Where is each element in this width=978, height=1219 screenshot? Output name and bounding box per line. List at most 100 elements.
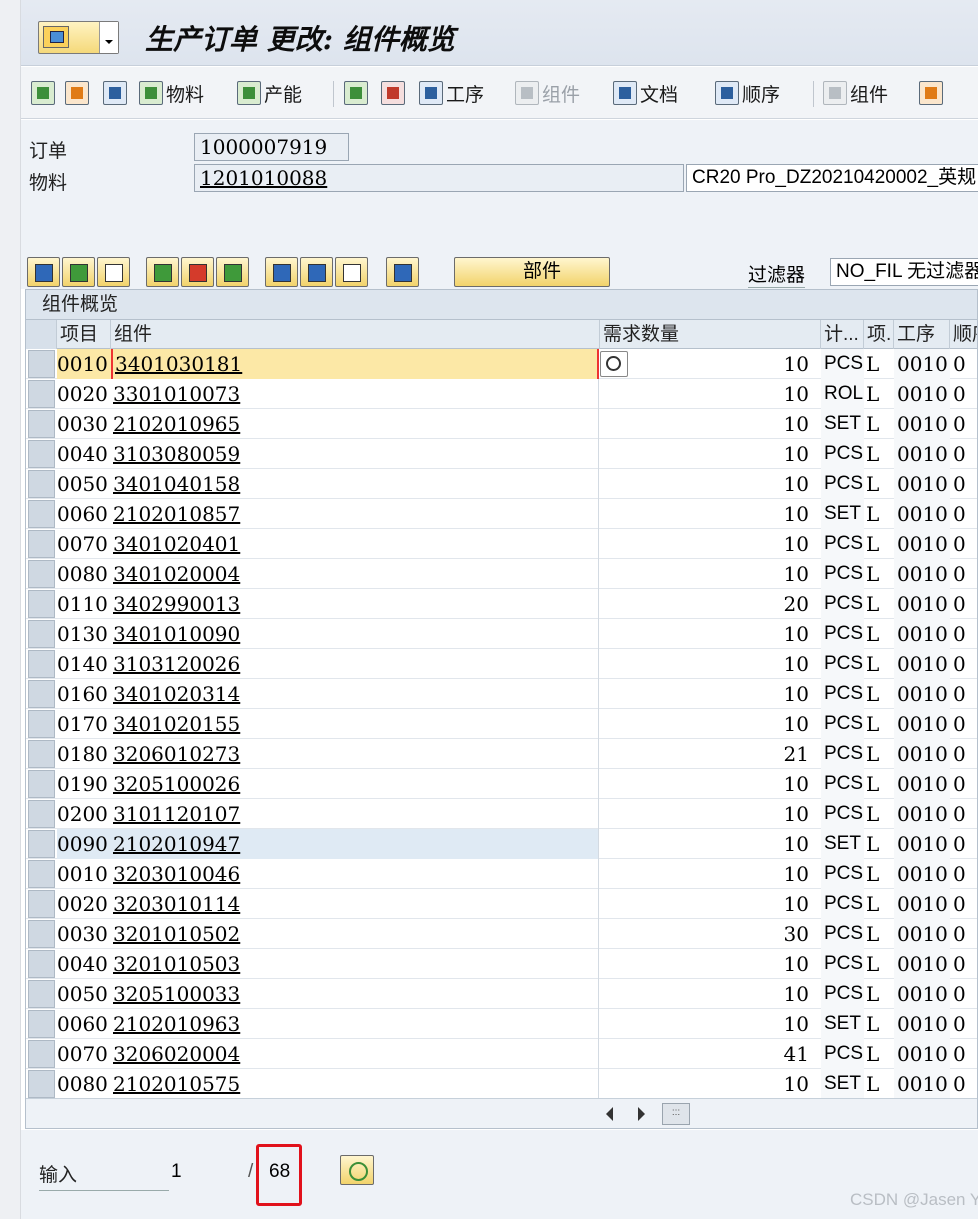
cell-quantity[interactable]: 10: [600, 889, 821, 919]
cell-component[interactable]: 3401020314: [111, 679, 599, 709]
cell-category[interactable]: L: [864, 769, 894, 799]
cell-component[interactable]: 3401040158: [111, 469, 599, 499]
cell-sequence[interactable]: 0: [950, 1069, 977, 1099]
cell-unit[interactable]: SET: [821, 1069, 864, 1099]
cell-quantity[interactable]: 10: [600, 859, 821, 889]
cell-operation[interactable]: 0010: [894, 949, 950, 979]
cell-sequence[interactable]: 0: [950, 859, 977, 889]
scroll-left-icon[interactable]: [606, 1107, 613, 1121]
table-row[interactable]: 0040 3103080059 10 PCS L 0010 0: [26, 439, 977, 469]
cell-sequence[interactable]: 0: [950, 799, 977, 829]
cell-operation[interactable]: 0010: [894, 439, 950, 469]
row-selector[interactable]: [28, 740, 55, 768]
cell-component[interactable]: 2102010965: [111, 409, 599, 439]
material-button[interactable]: 物料: [139, 79, 204, 107]
cell-unit[interactable]: PCS: [821, 709, 864, 739]
cell-component[interactable]: 3203010114: [111, 889, 599, 919]
cell-operation[interactable]: 0010: [894, 709, 950, 739]
cell-quantity[interactable]: 10: [600, 769, 821, 799]
cell-item[interactable]: 0190: [57, 769, 111, 799]
component-overview-button[interactable]: 组件: [823, 79, 888, 107]
cell-sequence[interactable]: 0: [950, 709, 977, 739]
row-selector[interactable]: [28, 350, 55, 378]
col-header-unit[interactable]: 计...: [821, 320, 864, 349]
cell-unit[interactable]: PCS: [821, 469, 864, 499]
cell-sequence[interactable]: 0: [950, 829, 977, 859]
cell-operation[interactable]: 0010: [894, 379, 950, 409]
cell-unit[interactable]: PCS: [821, 769, 864, 799]
table-row[interactable]: 0090 2102010947 10 SET L 0010 0: [26, 829, 977, 859]
cell-operation[interactable]: 0010: [894, 979, 950, 1009]
cell-operation[interactable]: 0010: [894, 739, 950, 769]
cell-sequence[interactable]: 0: [950, 889, 977, 919]
cell-unit[interactable]: PCS: [821, 559, 864, 589]
cell-unit[interactable]: PCS: [821, 739, 864, 769]
row-selector[interactable]: [28, 410, 55, 438]
col-header-component[interactable]: 组件: [111, 320, 600, 349]
table-row[interactable]: 0080 2102010575 10 SET L 0010 0: [26, 1069, 977, 1099]
cell-operation[interactable]: 0010: [894, 679, 950, 709]
cell-operation[interactable]: 0010: [894, 919, 950, 949]
flask-button[interactable]: [386, 257, 419, 287]
cell-item[interactable]: 0030: [57, 409, 111, 439]
cell-category[interactable]: L: [864, 919, 894, 949]
material-field[interactable]: 1201010088: [194, 164, 684, 192]
cell-category[interactable]: L: [864, 469, 894, 499]
table-row[interactable]: 0180 3206010273 21 PCS L 0010 0: [26, 739, 977, 769]
cell-operation[interactable]: 0010: [894, 559, 950, 589]
col-header-quantity[interactable]: 需求数量: [600, 320, 821, 349]
row-selector[interactable]: [28, 680, 55, 708]
row-selector[interactable]: [28, 530, 55, 558]
cell-quantity[interactable]: 10: [600, 979, 821, 1009]
cell-category[interactable]: L: [864, 829, 894, 859]
cell-sequence[interactable]: 0: [950, 979, 977, 1009]
cell-item[interactable]: 0070: [57, 1039, 111, 1069]
cell-unit[interactable]: ROL: [821, 379, 864, 409]
table-row[interactable]: 0110 3402990013 20 PCS L 0010 0: [26, 589, 977, 619]
table-row[interactable]: 0020 3301010073 10 ROL L 0010 0: [26, 379, 977, 409]
cell-component[interactable]: 3205100033: [111, 979, 599, 1009]
col-header-category[interactable]: 项.: [864, 320, 894, 349]
cell-unit[interactable]: PCS: [821, 349, 864, 379]
cell-item[interactable]: 0080: [57, 559, 111, 589]
cell-item[interactable]: 0110: [57, 589, 111, 619]
cell-item[interactable]: 0140: [57, 649, 111, 679]
cell-item[interactable]: 0010: [57, 349, 111, 379]
cell-component[interactable]: 3103080059: [111, 439, 599, 469]
cell-component[interactable]: 2102010857: [111, 499, 599, 529]
cell-category[interactable]: L: [864, 1069, 894, 1099]
scroll-right-icon[interactable]: [638, 1107, 645, 1121]
cell-category[interactable]: L: [864, 949, 894, 979]
select-all-corner[interactable]: [26, 320, 57, 349]
cell-component[interactable]: 3301010073: [111, 379, 599, 409]
table-row[interactable]: 0190 3205100026 10 PCS L 0010 0: [26, 769, 977, 799]
table-row[interactable]: 0200 3101120107 10 PCS L 0010 0: [26, 799, 977, 829]
cell-item[interactable]: 0170: [57, 709, 111, 739]
row-selector[interactable]: [28, 650, 55, 678]
parts-button[interactable]: 部件: [454, 257, 610, 287]
cell-component[interactable]: 3206020004: [111, 1039, 599, 1069]
table-row[interactable]: 0030 3201010502 30 PCS L 0010 0: [26, 919, 977, 949]
cell-item[interactable]: 0020: [57, 379, 111, 409]
cell-component[interactable]: 3206010273: [111, 739, 599, 769]
row-selector[interactable]: [28, 1070, 55, 1098]
cell-quantity[interactable]: 10: [600, 649, 821, 679]
cell-operation[interactable]: 0010: [894, 859, 950, 889]
row-selector[interactable]: [28, 380, 55, 408]
hierarchy-button[interactable]: [344, 79, 371, 107]
filter-field[interactable]: NO_FIL 无过滤器: [830, 258, 978, 286]
cell-quantity[interactable]: 10: [600, 349, 821, 379]
table-row[interactable]: 0070 3206020004 41 PCS L 0010 0: [26, 1039, 977, 1069]
entry-current[interactable]: 1: [171, 1161, 182, 1183]
cell-unit[interactable]: PCS: [821, 919, 864, 949]
cell-quantity[interactable]: 41: [600, 1039, 821, 1069]
cell-operation[interactable]: 0010: [894, 529, 950, 559]
row-selector[interactable]: [28, 950, 55, 978]
cell-item[interactable]: 0020: [57, 889, 111, 919]
cell-category[interactable]: L: [864, 409, 894, 439]
cell-operation[interactable]: 0010: [894, 1039, 950, 1069]
cell-category[interactable]: L: [864, 1039, 894, 1069]
row-selector[interactable]: [28, 560, 55, 588]
cell-category[interactable]: L: [864, 649, 894, 679]
detail-button[interactable]: [27, 257, 60, 287]
